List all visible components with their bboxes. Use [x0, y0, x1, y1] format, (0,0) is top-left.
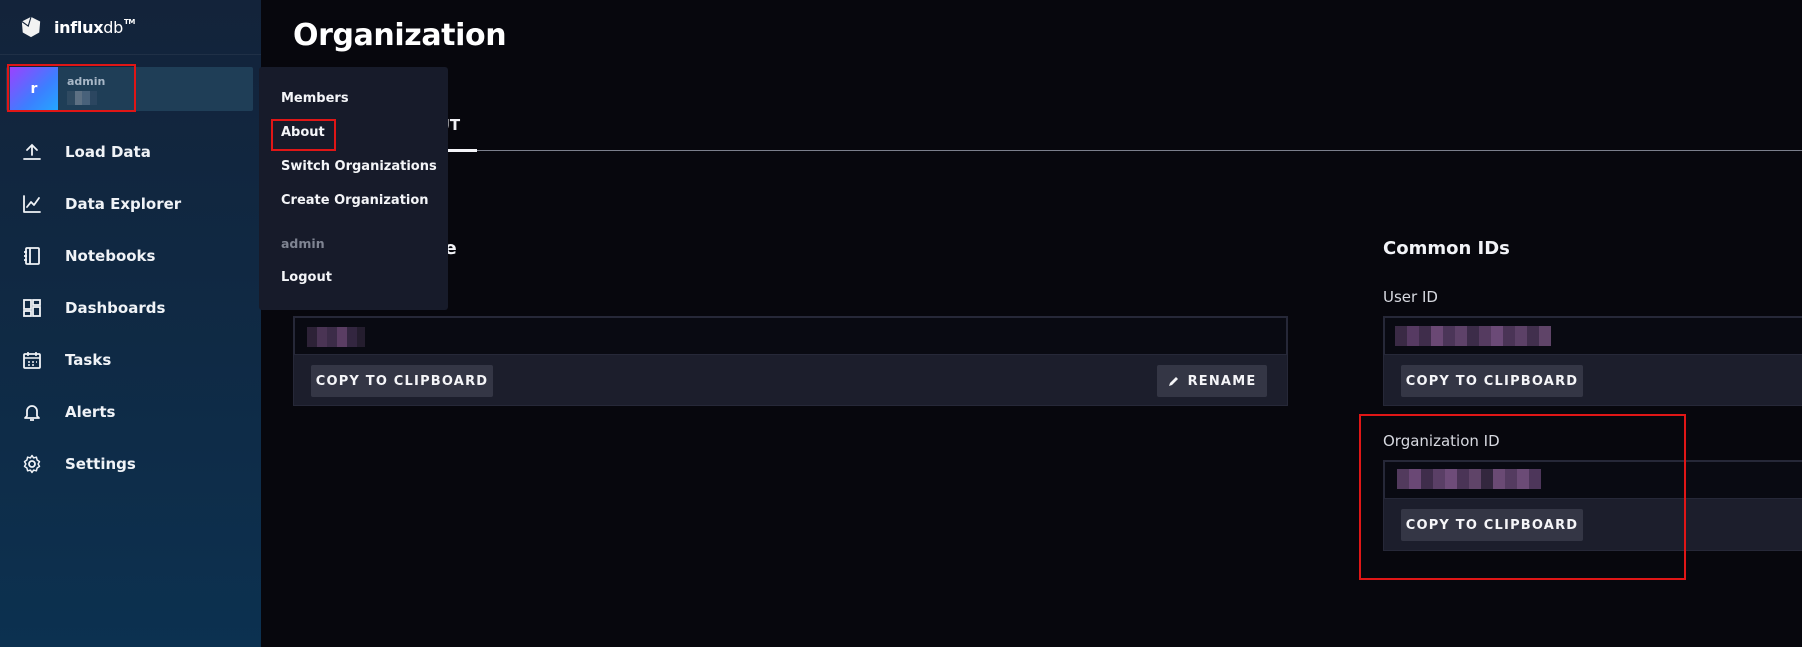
- org-dropdown-menu: Members About Switch Organizations Creat…: [259, 67, 448, 310]
- sidebar-nav: Load Data Data Explorer Notebooks Dashbo…: [0, 126, 261, 490]
- nav-item-load-data[interactable]: Load Data: [0, 126, 261, 178]
- menu-item-switch-organizations[interactable]: Switch Organizations: [281, 159, 437, 174]
- app-logo[interactable]: influxdbTM: [20, 12, 135, 42]
- nav-item-notebooks[interactable]: Notebooks: [0, 230, 261, 282]
- nav-item-label: Settings: [65, 455, 136, 473]
- user-id-label: User ID: [1383, 288, 1438, 306]
- nav-item-settings[interactable]: Settings: [0, 438, 261, 490]
- page-title: Organization: [293, 18, 507, 53]
- graph-icon: [22, 194, 42, 214]
- dashboards-icon: [22, 298, 42, 318]
- trademark-mark: TM: [123, 17, 136, 26]
- menu-item-create-organization[interactable]: Create Organization: [281, 193, 429, 208]
- nav-item-label: Tasks: [65, 351, 112, 369]
- nav-item-label: Alerts: [65, 403, 116, 421]
- bell-icon: [22, 402, 42, 422]
- copy-button-label: COPY TO CLIPBOARD: [315, 373, 489, 389]
- rename-button-label: RENAME: [1187, 373, 1257, 389]
- menu-item-logout[interactable]: Logout: [281, 270, 332, 285]
- nav-item-label: Dashboards: [65, 299, 166, 317]
- nav-item-label: Load Data: [65, 143, 151, 161]
- common-ids-heading: Common IDs: [1383, 238, 1510, 259]
- notebook-icon: [22, 246, 42, 266]
- pencil-icon: [1168, 377, 1178, 386]
- org-switcher-highlight: [7, 64, 136, 112]
- org-name-card: COPY TO CLIPBOARD RENAME: [293, 316, 1288, 406]
- menu-item-members[interactable]: Members: [281, 91, 349, 106]
- nav-item-tasks[interactable]: Tasks: [0, 334, 261, 386]
- user-id-field: [1384, 317, 1802, 355]
- menu-user-heading: admin: [281, 236, 325, 251]
- nav-item-alerts[interactable]: Alerts: [0, 386, 261, 438]
- sidebar-divider: [0, 54, 261, 55]
- org-name-field: [294, 317, 1287, 355]
- nav-item-label: Notebooks: [65, 247, 156, 265]
- rename-button[interactable]: RENAME: [1157, 365, 1267, 397]
- org-name-redacted-value: [307, 327, 365, 347]
- calendar-icon: [22, 350, 42, 370]
- org-id-highlight: [1359, 414, 1686, 580]
- nav-item-dashboards[interactable]: Dashboards: [0, 282, 261, 334]
- app-name-light: db: [103, 17, 123, 37]
- app-name-bold: influx: [54, 17, 104, 37]
- upload-icon: [22, 142, 42, 162]
- copy-user-id-button[interactable]: COPY TO CLIPBOARD: [1401, 365, 1583, 397]
- about-highlight: [271, 119, 336, 151]
- copy-org-name-button[interactable]: COPY TO CLIPBOARD: [311, 365, 493, 397]
- sidebar: influxdbTM r admin Load Data Data Explor…: [0, 0, 261, 647]
- user-id-redacted-value: [1395, 326, 1551, 346]
- nav-item-data-explorer[interactable]: Data Explorer: [0, 178, 261, 230]
- nav-item-label: Data Explorer: [65, 195, 182, 213]
- influxdb-logo-icon: [21, 16, 41, 38]
- user-id-card: COPY TO CLIPBOARD: [1383, 316, 1802, 406]
- tabs-divider: [293, 150, 1802, 151]
- app-name: influxdbTM: [54, 18, 135, 37]
- gear-icon: [22, 454, 42, 474]
- copy-button-label: COPY TO CLIPBOARD: [1405, 373, 1579, 389]
